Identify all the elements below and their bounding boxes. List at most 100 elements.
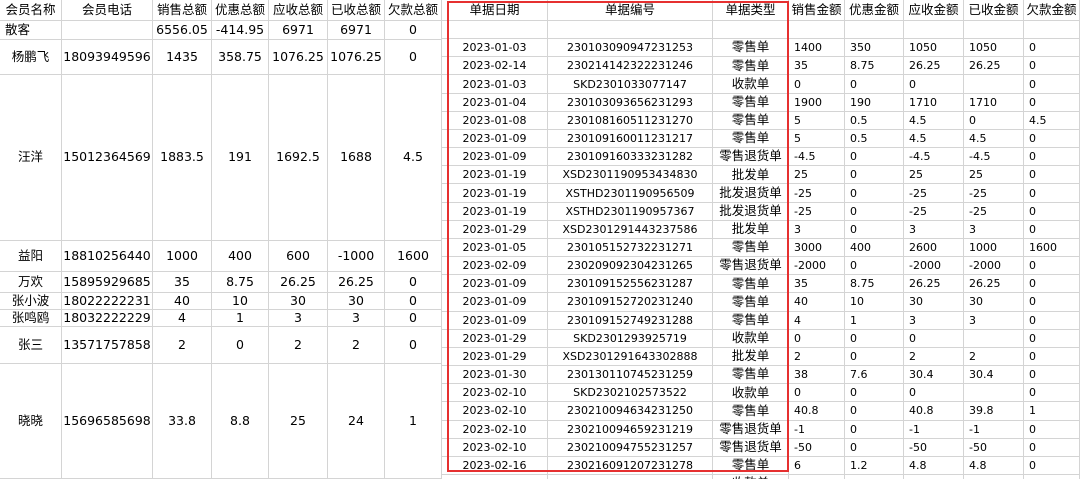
doc-number-cell[interactable]: XSD2301291643302888 xyxy=(548,347,713,367)
doc-type-cell[interactable]: 零售退货单 xyxy=(713,257,789,276)
total-sales-cell[interactable]: 2 xyxy=(153,327,212,364)
sales-amount-cell[interactable]: 1400 xyxy=(789,39,845,58)
column-header[interactable]: 应收金额 xyxy=(904,0,964,21)
sales-amount-cell[interactable]: 1900 xyxy=(789,93,845,112)
doc-date-cell[interactable]: 2023-01-19 xyxy=(442,202,548,221)
sales-amount-cell[interactable] xyxy=(789,475,845,479)
member-phone-cell[interactable]: 18022222231 xyxy=(62,293,153,310)
debt-amount-cell[interactable]: 0 xyxy=(1024,148,1080,167)
receivable-amount-cell[interactable]: 2600 xyxy=(904,238,964,258)
received-amount-cell[interactable]: 2 xyxy=(964,347,1024,367)
total-received-cell[interactable]: 2 xyxy=(328,327,385,364)
sales-amount-cell[interactable]: 40.8 xyxy=(789,402,845,421)
debt-amount-cell[interactable]: 0 xyxy=(1024,456,1080,475)
sales-amount-cell[interactable]: 5 xyxy=(789,129,845,149)
doc-type-cell[interactable]: 收款单 xyxy=(713,475,789,479)
receivable-amount-cell[interactable]: -2000 xyxy=(904,257,964,276)
doc-date-cell[interactable]: 2023-01-09 xyxy=(442,293,548,312)
total-sales-cell[interactable]: 1883.5 xyxy=(153,75,212,241)
receivable-amount-cell[interactable]: 1710 xyxy=(904,93,964,112)
receivable-amount-cell[interactable]: 3 xyxy=(904,220,964,239)
discount-amount-cell[interactable]: 0 xyxy=(845,220,904,239)
total-receivable-cell[interactable]: 6971 xyxy=(269,21,328,40)
receivable-amount-cell[interactable]: 40.8 xyxy=(904,402,964,421)
discount-amount-cell[interactable]: 0 xyxy=(845,184,904,203)
received-amount-cell[interactable]: 39.8 xyxy=(964,402,1024,421)
total-receivable-cell[interactable]: 26.25 xyxy=(269,272,328,293)
column-header[interactable]: 优惠总额 xyxy=(212,0,269,21)
received-amount-cell[interactable]: -1 xyxy=(964,420,1024,439)
debt-amount-cell[interactable]: 4.5 xyxy=(1024,111,1080,130)
doc-date-cell[interactable]: 2023-01-04 xyxy=(442,93,548,112)
receivable-amount-cell[interactable]: 2 xyxy=(904,347,964,367)
sales-amount-cell[interactable]: 35 xyxy=(789,57,845,76)
doc-number-cell[interactable]: SKD2302102573522 xyxy=(548,384,713,403)
discount-amount-cell[interactable] xyxy=(845,475,904,479)
total-received-cell[interactable]: 3 xyxy=(328,310,385,327)
received-amount-cell[interactable]: 26.25 xyxy=(964,57,1024,76)
sales-amount-cell[interactable]: 0 xyxy=(789,329,845,348)
member-phone-cell[interactable]: 18810256440 xyxy=(62,241,153,272)
doc-number-cell[interactable]: 230214142322231246 xyxy=(548,57,713,76)
debt-amount-cell[interactable]: 0 xyxy=(1024,202,1080,221)
doc-number-cell[interactable]: 230209092304231265 xyxy=(548,257,713,276)
discount-amount-cell[interactable]: 0 xyxy=(845,438,904,457)
total-discount-cell[interactable]: 191 xyxy=(212,75,269,241)
doc-number-cell[interactable]: 230210094634231250 xyxy=(548,402,713,421)
debt-amount-cell[interactable]: 0 xyxy=(1024,293,1080,312)
discount-amount-cell[interactable]: 0 xyxy=(845,402,904,421)
doc-date-cell[interactable]: 2023-01-09 xyxy=(442,148,548,167)
column-header[interactable]: 单据日期 xyxy=(442,0,548,21)
discount-amount-cell[interactable]: 190 xyxy=(845,93,904,112)
total-debt-cell[interactable]: 0 xyxy=(385,310,442,327)
total-receivable-cell[interactable]: 30 xyxy=(269,293,328,310)
doc-number-cell[interactable]: 230210094755231257 xyxy=(548,438,713,457)
member-name-cell[interactable]: 晓晓 xyxy=(0,364,62,479)
member-phone-cell[interactable] xyxy=(62,21,153,40)
received-amount-cell[interactable]: -25 xyxy=(964,202,1024,221)
total-receivable-cell[interactable]: 600 xyxy=(269,241,328,272)
member-name-cell[interactable]: 汪洋 xyxy=(0,75,62,241)
debt-amount-cell[interactable]: 0 xyxy=(1024,93,1080,112)
doc-type-cell[interactable]: 零售单 xyxy=(713,39,789,58)
receivable-amount-cell[interactable]: 0 xyxy=(904,384,964,403)
total-received-cell[interactable]: -1000 xyxy=(328,241,385,272)
discount-amount-cell[interactable] xyxy=(845,21,904,40)
sales-amount-cell[interactable]: 0 xyxy=(789,384,845,403)
doc-date-cell[interactable]: 2023-02-10 xyxy=(442,438,548,457)
doc-type-cell[interactable]: 零售单 xyxy=(713,311,789,330)
doc-date-cell[interactable]: 2023-01-29 xyxy=(442,347,548,367)
member-phone-cell[interactable]: 13571757858 xyxy=(62,327,153,364)
doc-type-cell[interactable]: 批发单 xyxy=(713,347,789,367)
doc-number-cell[interactable] xyxy=(548,21,713,40)
member-phone-cell[interactable]: 18093949596 xyxy=(62,40,153,75)
doc-date-cell[interactable]: 2023-01-08 xyxy=(442,111,548,130)
doc-date-cell[interactable]: 2023-01-09 xyxy=(442,311,548,330)
doc-number-cell[interactable]: SKD2301033077147 xyxy=(548,75,713,94)
receivable-amount-cell[interactable]: -50 xyxy=(904,438,964,457)
received-amount-cell[interactable]: -25 xyxy=(964,184,1024,203)
discount-amount-cell[interactable]: 0 xyxy=(845,329,904,348)
total-sales-cell[interactable]: 1435 xyxy=(153,40,212,75)
doc-number-cell[interactable]: 230130110745231259 xyxy=(548,366,713,385)
column-header[interactable]: 单据类型 xyxy=(713,0,789,21)
column-header[interactable]: 会员名称 xyxy=(0,0,62,21)
receivable-amount-cell[interactable]: 4.5 xyxy=(904,111,964,130)
receivable-amount-cell[interactable]: -4.5 xyxy=(904,148,964,167)
doc-type-cell[interactable]: 零售单 xyxy=(713,366,789,385)
received-amount-cell[interactable]: 30 xyxy=(964,293,1024,312)
doc-number-cell[interactable]: XSTHD2301190956509 xyxy=(548,184,713,203)
total-received-cell[interactable]: 26.25 xyxy=(328,272,385,293)
debt-amount-cell[interactable]: 0 xyxy=(1024,220,1080,239)
receivable-amount-cell[interactable]: -25 xyxy=(904,202,964,221)
total-discount-cell[interactable]: 358.75 xyxy=(212,40,269,75)
member-phone-cell[interactable]: 18032222229 xyxy=(62,310,153,327)
member-name-cell[interactable]: 散客 xyxy=(0,21,62,40)
doc-type-cell[interactable]: 零售单 xyxy=(713,129,789,149)
sales-amount-cell[interactable]: 38 xyxy=(789,366,845,385)
receivable-amount-cell[interactable]: -1 xyxy=(904,420,964,439)
total-debt-cell[interactable]: 0 xyxy=(385,293,442,310)
debt-amount-cell[interactable]: 0 xyxy=(1024,275,1080,294)
doc-date-cell[interactable]: 2023-01-19 xyxy=(442,166,548,185)
received-amount-cell[interactable]: -4.5 xyxy=(964,148,1024,167)
